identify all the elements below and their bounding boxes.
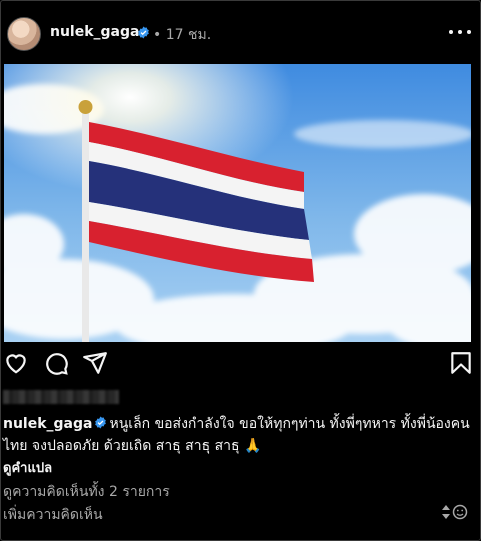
thai-flag-photo — [4, 64, 471, 342]
verified-badge-icon — [95, 416, 107, 429]
more-icon-dot — [467, 30, 471, 34]
bookmark-icon[interactable] — [448, 350, 474, 376]
more-options-button[interactable] — [449, 22, 471, 42]
comment-icon[interactable] — [43, 350, 69, 376]
post-time: • 17 ชม. — [153, 27, 212, 43]
avatar[interactable] — [7, 17, 41, 51]
caption-username[interactable]: nulek_gaga — [3, 416, 92, 432]
add-comment-input[interactable]: เพิ่มความคิดเห็น — [3, 504, 103, 526]
action-bar — [0, 350, 481, 382]
post-username[interactable]: nulek_gaga — [50, 24, 139, 40]
see-translation-link[interactable]: ดูคำแปล — [3, 457, 52, 478]
post-image[interactable] — [4, 64, 471, 342]
post-header: nulek_gaga • 17 ชม. — [0, 0, 481, 64]
more-icon-dot — [458, 30, 462, 34]
view-all-comments-link[interactable]: ดูความคิดเห็นทั้ง 2 รายการ — [3, 481, 170, 503]
verified-badge-icon — [138, 26, 149, 39]
share-icon[interactable] — [82, 350, 108, 376]
heart-icon[interactable] — [3, 350, 29, 376]
emoji-icon[interactable] — [440, 503, 468, 521]
more-icon-dot — [449, 30, 453, 34]
likes-count-blurred — [3, 390, 119, 404]
post-caption: nulek_gaga หนูเล็ก ขอส่งกำลังใจ ขอให้ทุกๆ… — [3, 413, 473, 457]
